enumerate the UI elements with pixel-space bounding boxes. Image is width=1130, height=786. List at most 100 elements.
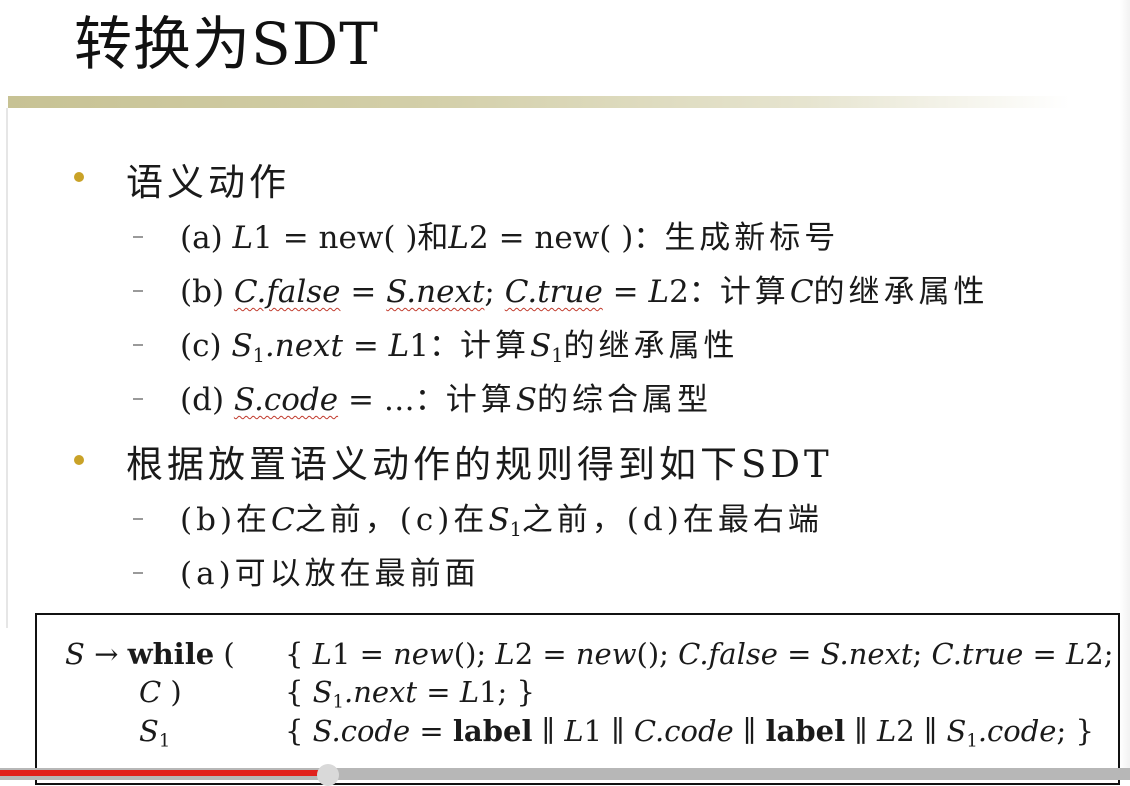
subscript: 1 <box>252 343 265 367</box>
math-L: L <box>232 220 254 256</box>
math-s-next: S.next <box>820 637 913 671</box>
text: 1 = new( )和 <box>253 220 449 256</box>
text: 1 = <box>331 637 394 671</box>
text: 之前，(c)在 <box>294 502 489 538</box>
text: 的综合属型 <box>537 382 713 418</box>
text: ; <box>912 637 932 671</box>
math-next: .next <box>343 675 418 709</box>
sdt-line-2: C ) <box>139 675 182 709</box>
text: 1 ∥ <box>583 714 634 748</box>
subscript: 1 <box>966 730 978 752</box>
text: (b) <box>180 274 234 310</box>
text: ∥ <box>733 714 766 748</box>
math-C: C <box>271 502 295 538</box>
text: = <box>410 714 453 748</box>
math-L: L <box>459 675 480 709</box>
bullet-dot <box>74 455 84 465</box>
math-S: S <box>515 382 538 418</box>
math-s-next: S.next <box>386 274 485 310</box>
text: (a) <box>180 220 233 256</box>
sdt-action-1: { L1 = new(); L2 = new(); C.false = S.ne… <box>285 637 1130 671</box>
math-c-true: C.true <box>504 274 603 310</box>
subitem-b: (b) C.false = S.next; C.true = L2：计算C的继承… <box>180 266 989 311</box>
math-L: L <box>312 637 332 671</box>
subitem-a-first: (a)可以放在最前面 <box>180 548 480 593</box>
text: (); <box>636 637 679 671</box>
dash <box>133 344 143 346</box>
math-code: .code <box>977 714 1057 748</box>
text: ; } <box>1056 714 1094 748</box>
text: 2： <box>669 274 720 310</box>
sdt-line-3: S1 <box>139 714 170 751</box>
math-S: S <box>139 714 159 748</box>
dash <box>133 572 143 574</box>
subitem-a: (a) L1 = new( )和L2 = new( )：生成新标号 <box>180 212 839 257</box>
paren: ( <box>223 637 235 671</box>
subitem-placement: (b)在C之前，(c)在S1之前，(d)在最右端 <box>180 494 823 541</box>
text: 计算 <box>445 382 516 418</box>
text: ∥ <box>532 714 565 748</box>
video-progress-bar[interactable] <box>0 764 1130 786</box>
text: (b)在 <box>180 502 272 538</box>
arrow-icon: → <box>94 637 119 671</box>
text: { <box>285 675 313 709</box>
subscript: 1 <box>551 343 564 367</box>
math-S: S <box>488 502 510 538</box>
title-divider <box>8 96 1070 108</box>
math-L: L <box>448 220 470 256</box>
text: (a)可以放在最前面 <box>180 556 480 592</box>
subitem-c: (c) S1.next = L1：计算S1的继承属性 <box>180 320 738 367</box>
text: = <box>417 675 460 709</box>
text: 计算 <box>719 274 790 310</box>
math-C: C <box>789 274 814 310</box>
text: 2 = new( )： <box>469 220 665 256</box>
text: 2 = <box>514 637 576 671</box>
text: = <box>340 274 387 310</box>
text: = <box>1023 637 1067 671</box>
text: 计算 <box>460 328 530 364</box>
text: 的继承属性 <box>813 274 989 310</box>
text: = …： <box>338 382 446 418</box>
keyword-label: label <box>765 714 846 748</box>
math-C: C <box>139 675 162 709</box>
math-S: S <box>530 328 552 364</box>
text: = <box>602 274 649 310</box>
text: 之前，(d)在最右端 <box>521 502 823 538</box>
bullet-semantic-actions: 语义动作 <box>126 161 290 204</box>
text: (); <box>453 637 496 671</box>
text: { <box>285 714 313 748</box>
sdt-lhs: S <box>65 637 85 671</box>
dash <box>133 518 143 520</box>
math-L: L <box>648 274 670 310</box>
slide-title: 转换为SDT <box>74 10 379 78</box>
subscript: 1 <box>158 730 171 752</box>
text: ; <box>484 274 505 310</box>
math-c-false: C.false <box>678 637 778 671</box>
math-s-code: S.code <box>312 714 411 748</box>
subitem-d: (d) S.code = …：计算S的综合属型 <box>180 374 712 419</box>
text: ∥ <box>845 714 877 748</box>
math-next: .next <box>264 328 343 364</box>
text: 1; } <box>479 675 535 709</box>
sdt-line-1: S → while ( <box>65 637 235 671</box>
math-c-false: C.false <box>233 274 341 310</box>
text: 生成新标号 <box>664 220 840 256</box>
text: = <box>342 328 389 364</box>
text: = <box>777 637 821 671</box>
math-L: L <box>876 714 897 748</box>
text: 的继承属性 <box>563 328 739 364</box>
progress-scrubber-handle[interactable] <box>316 764 339 786</box>
dash <box>133 398 143 400</box>
math-L: L <box>388 328 410 364</box>
math-S: S <box>231 328 253 364</box>
text: 1： <box>409 328 460 364</box>
sdt-box: S → while ( { L1 = new(); L2 = new(); C.… <box>35 613 1130 785</box>
keyword-label: label <box>452 714 533 748</box>
bullet-dot <box>74 172 84 182</box>
math-S: S <box>312 675 333 709</box>
math-c-true: C.true <box>931 637 1024 671</box>
progress-played <box>0 770 328 776</box>
math-L: L <box>564 714 584 748</box>
math-c-code: C.code <box>633 714 734 748</box>
math-L: L <box>1066 637 1086 671</box>
